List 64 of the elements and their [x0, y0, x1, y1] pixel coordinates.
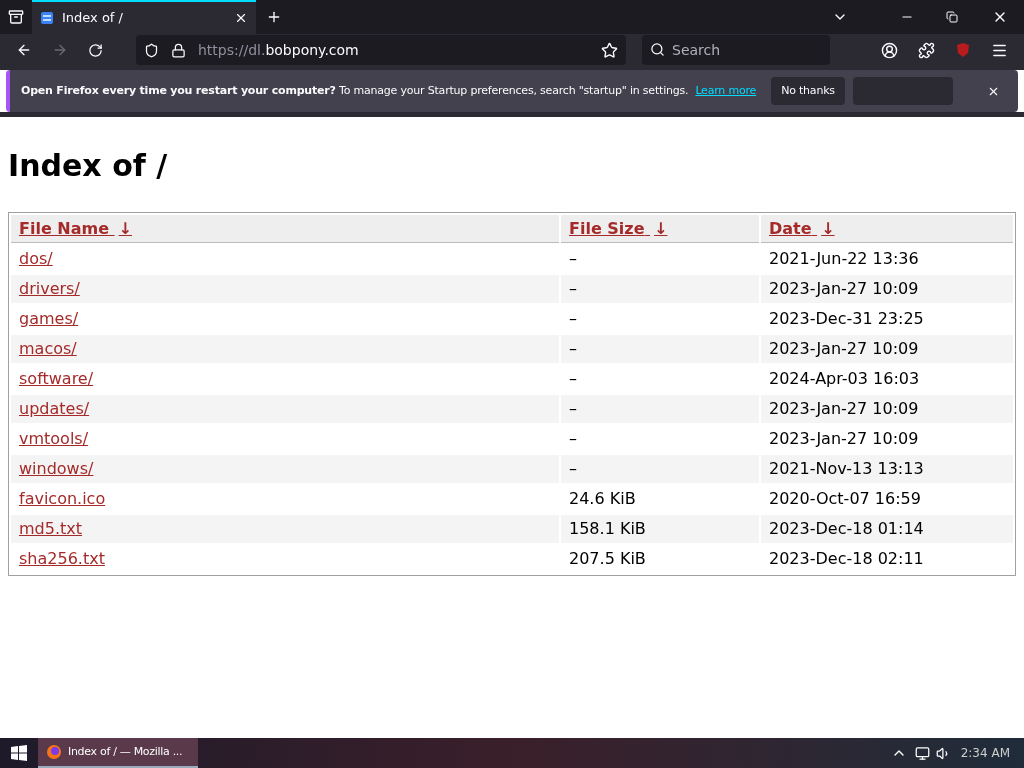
file-link[interactable]: sha256.txt [19, 549, 105, 568]
table-cell-text: 158.1 KiB [568, 518, 647, 540]
file-link[interactable]: games/ [19, 309, 79, 328]
page-icon [40, 11, 54, 25]
clock[interactable]: 2:34 AM [960, 744, 1010, 762]
sort-link[interactable]: Date ↓ [769, 218, 835, 238]
table-cell-text: – [568, 338, 578, 360]
table-cell-text: 2023-Dec-18 01:14 [768, 518, 925, 540]
tab-list-icon[interactable] [8, 9, 24, 25]
table-cell-text: 2024-Apr-03 16:03 [768, 368, 921, 390]
browser-logo-icon [46, 744, 62, 760]
file-link[interactable]: macos/ [19, 339, 77, 358]
table-cell-text: – [568, 428, 578, 450]
bookmark-star-icon[interactable] [601, 41, 618, 59]
table-cell-text: – [568, 278, 578, 300]
table-cell-text: 2020-Oct-07 16:59 [768, 488, 922, 510]
table-cell-text: – [568, 308, 578, 330]
no-thanks-button[interactable]: No thanks [771, 77, 845, 105]
account-icon[interactable] [881, 41, 898, 59]
browser-tab[interactable]: Index of / [32, 0, 256, 34]
taskbar-item-title: Index of / — Mozilla ... [68, 743, 183, 760]
tab-title: Index of / [62, 9, 124, 28]
learn-more-link[interactable]: Learn more [695, 82, 757, 100]
file-link[interactable]: updates/ [19, 399, 90, 418]
table-cell-text: 2023-Jan-27 10:09 [768, 338, 920, 360]
file-link[interactable]: md5.txt [19, 519, 83, 538]
back-icon[interactable] [16, 42, 32, 58]
table-cell-text: 2023-Jan-27 10:09 [768, 278, 920, 300]
new-tab-icon[interactable] [266, 9, 282, 25]
search-field[interactable]: Search [642, 35, 830, 65]
table-cell-text: 207.5 KiB [568, 548, 647, 570]
file-link[interactable]: vmtools/ [19, 429, 89, 448]
file-link[interactable]: software/ [19, 369, 94, 388]
file-link[interactable]: windows/ [19, 459, 94, 478]
table-cell-text: 2021-Jun-22 13:36 [768, 248, 920, 270]
table-cell-text: – [568, 458, 578, 480]
table-cell-text: – [568, 368, 578, 390]
sort-link[interactable]: File Name ↓ [19, 218, 132, 238]
search-icon [650, 42, 665, 57]
table-cell-text: 2023-Dec-31 23:25 [768, 308, 925, 330]
table-cell-text: 2023-Jan-27 10:09 [768, 428, 920, 450]
table-cell-text: 2023-Dec-18 02:11 [768, 548, 925, 570]
extensions-icon[interactable] [918, 41, 935, 59]
address-bar[interactable]: https://dl.bobpony.com [136, 35, 626, 65]
taskbar-item[interactable]: Index of / — Mozilla ... [38, 738, 198, 768]
reload-icon[interactable] [88, 42, 103, 58]
notification-message: Open Firefox every time you restart your computer? To manage your Startup preferences, search "startup" in settings. [21, 82, 689, 99]
page-heading: Index of / [8, 147, 169, 185]
file-link[interactable]: drivers/ [19, 279, 80, 298]
sort-link[interactable]: File Size ↓ [569, 218, 668, 238]
table-cell-text: – [568, 248, 578, 270]
lock-icon[interactable] [171, 42, 186, 58]
close-icon[interactable] [234, 11, 248, 25]
table-cell-text: – [568, 398, 578, 420]
url-text: https://dl.bobpony.com [198, 40, 360, 60]
shield-icon[interactable] [144, 42, 159, 58]
table-cell-text: 2023-Jan-27 10:09 [768, 398, 920, 420]
start-icon[interactable] [11, 745, 27, 761]
forward-icon[interactable] [52, 42, 68, 58]
file-link[interactable]: favicon.ico [19, 489, 106, 508]
restore-icon[interactable] [946, 11, 958, 23]
table-cell-text: 2021-Nov-13 13:13 [768, 458, 925, 480]
file-link[interactable]: dos/ [19, 249, 53, 268]
table-cell-text: 24.6 KiB [568, 488, 637, 510]
